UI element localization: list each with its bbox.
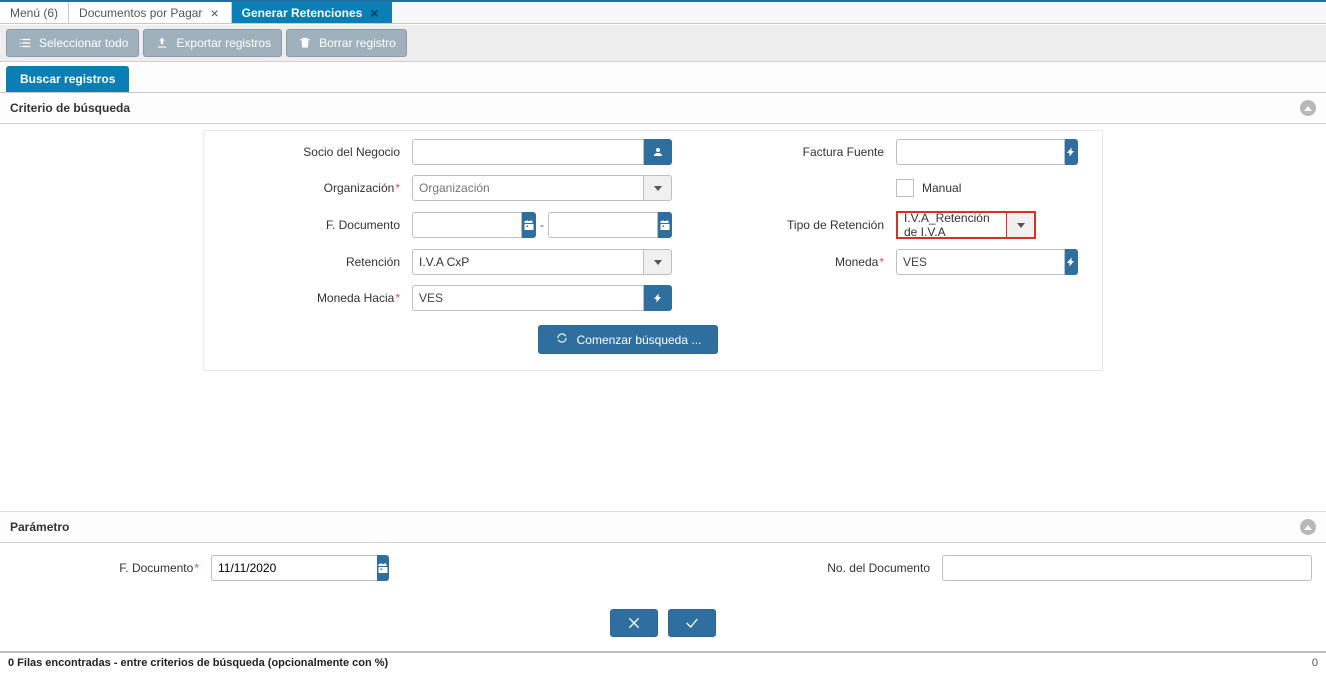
content-spacer xyxy=(0,371,1326,511)
subtab-label: Buscar registros xyxy=(20,72,115,86)
moneda-hacia-input[interactable] xyxy=(412,285,644,311)
calendar-icon[interactable] xyxy=(377,555,389,581)
delete-button[interactable]: Borrar registro xyxy=(286,29,407,57)
retencion-field: I.V.A CxP xyxy=(412,249,672,275)
param-panel-header: Parámetro xyxy=(0,512,1326,543)
criteria-panel-header: Criterio de búsqueda xyxy=(0,93,1326,124)
factura-fuente-label: Factura Fuente xyxy=(684,145,884,159)
export-label: Exportar registros xyxy=(176,36,271,50)
status-bar: 0 Filas encontradas - entre criterios de… xyxy=(0,651,1326,673)
close-icon[interactable]: × xyxy=(208,6,220,20)
start-search-button[interactable]: Comenzar búsqueda ... xyxy=(538,325,719,354)
start-search-row: Comenzar búsqueda ... xyxy=(220,325,1036,354)
bolt-icon[interactable] xyxy=(644,285,672,311)
fdocumento-range: - xyxy=(412,212,672,238)
chevron-down-icon[interactable] xyxy=(644,249,672,275)
status-count: 0 xyxy=(1312,657,1318,669)
organizacion-field xyxy=(412,175,672,201)
param-form: F. Documento No. del Documento xyxy=(0,543,1326,601)
socio-negocio-input[interactable] xyxy=(412,139,644,165)
param-title: Parámetro xyxy=(10,520,69,534)
socio-negocio-field xyxy=(412,139,672,165)
confirm-button[interactable] xyxy=(668,609,716,637)
cancel-button[interactable] xyxy=(610,609,658,637)
retencion-label: Retención xyxy=(220,255,400,269)
tipo-retencion-label: Tipo de Retención xyxy=(684,218,884,232)
collapse-up-icon[interactable] xyxy=(1300,100,1316,116)
date-range-separator: - xyxy=(536,218,548,232)
param-nodoc-input[interactable] xyxy=(942,555,1312,581)
start-search-label: Comenzar búsqueda ... xyxy=(577,333,702,347)
criteria-title: Criterio de búsqueda xyxy=(10,101,130,115)
select-all-button[interactable]: Seleccionar todo xyxy=(6,29,139,57)
socio-negocio-label: Socio del Negocio xyxy=(220,145,400,159)
moneda-hacia-field xyxy=(412,285,672,311)
trash-icon xyxy=(297,35,313,51)
tab-menu-label: Menú (6) xyxy=(10,6,58,20)
close-icon[interactable]: × xyxy=(368,6,380,20)
fdocumento-from-input[interactable] xyxy=(412,212,522,238)
user-lookup-icon[interactable] xyxy=(644,139,672,165)
param-fdocumento-field xyxy=(211,555,341,581)
organizacion-input[interactable] xyxy=(412,175,644,201)
tipo-retencion-value: I.V.A_Retención de I.V.A xyxy=(898,213,1006,237)
chevron-down-icon[interactable] xyxy=(644,175,672,201)
criteria-form-wrap: Socio del Negocio Factura Fuente Organiz… xyxy=(0,124,1326,371)
tab-documentos-por-pagar[interactable]: Documentos por Pagar × xyxy=(69,2,232,23)
param-nodoc-label: No. del Documento xyxy=(770,561,930,575)
fdocumento-to-input[interactable] xyxy=(548,212,658,238)
param-fdocumento-label: F. Documento xyxy=(14,561,199,575)
tab-generar-retenciones[interactable]: Generar Retenciones × xyxy=(232,2,392,23)
bolt-icon[interactable] xyxy=(1065,249,1078,275)
moneda-hacia-label: Moneda Hacia xyxy=(220,291,400,305)
subtab-bar: Buscar registros xyxy=(0,62,1326,93)
organizacion-label: Organización xyxy=(220,181,400,195)
moneda-field xyxy=(896,249,1036,275)
moneda-label: Moneda xyxy=(684,255,884,269)
criteria-form: Socio del Negocio Factura Fuente Organiz… xyxy=(203,130,1103,371)
moneda-input[interactable] xyxy=(896,249,1065,275)
refresh-icon xyxy=(555,331,569,348)
select-all-label: Seleccionar todo xyxy=(39,36,128,50)
tab-menu[interactable]: Menú (6) xyxy=(0,2,69,23)
delete-label: Borrar registro xyxy=(319,36,396,50)
tipo-retencion-field[interactable]: I.V.A_Retención de I.V.A xyxy=(896,211,1036,239)
upload-icon xyxy=(154,35,170,51)
manual-checkbox[interactable] xyxy=(896,179,914,197)
fdocumento-label: F. Documento xyxy=(220,218,400,232)
subtab-buscar-registros[interactable]: Buscar registros xyxy=(6,66,129,92)
param-nodoc-field xyxy=(942,555,1312,581)
tab-generate-label: Generar Retenciones xyxy=(242,6,363,20)
tabs-bar: Menú (6) Documentos por Pagar × Generar … xyxy=(0,0,1326,24)
calendar-icon[interactable] xyxy=(658,212,672,238)
toolbar: Seleccionar todo Exportar registros Borr… xyxy=(0,24,1326,62)
param-fdocumento-input[interactable] xyxy=(211,555,380,581)
factura-fuente-input[interactable] xyxy=(896,139,1065,165)
search-icon[interactable] xyxy=(1065,139,1078,165)
status-text: 0 Filas encontradas - entre criterios de… xyxy=(8,657,388,669)
calendar-icon[interactable] xyxy=(522,212,536,238)
export-button[interactable]: Exportar registros xyxy=(143,29,282,57)
list-icon xyxy=(17,35,33,51)
manual-field: Manual xyxy=(896,179,1036,197)
chevron-down-icon[interactable] xyxy=(1006,213,1034,237)
tab-docs-label: Documentos por Pagar xyxy=(79,6,202,20)
manual-label: Manual xyxy=(922,181,961,195)
collapse-up-icon[interactable] xyxy=(1300,519,1316,535)
factura-fuente-field xyxy=(896,139,1036,165)
retencion-value[interactable]: I.V.A CxP xyxy=(412,249,644,275)
bottom-actions xyxy=(0,601,1326,651)
